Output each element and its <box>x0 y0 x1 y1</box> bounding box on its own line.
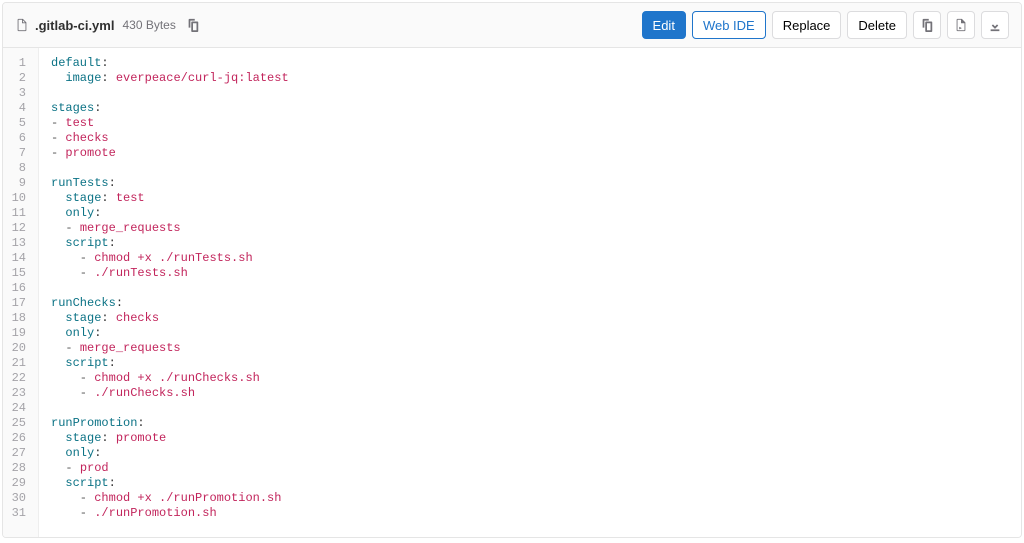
code-content: default: image: everpeace/curl-jq:latest… <box>39 48 301 537</box>
line-number[interactable]: 20 <box>7 341 30 356</box>
line-number[interactable]: 18 <box>7 311 30 326</box>
code-viewer[interactable]: 1234567891011121314151617181920212223242… <box>3 48 1021 537</box>
line-number-gutter: 1234567891011121314151617181920212223242… <box>3 48 39 537</box>
code-line: - chmod +x ./runChecks.sh <box>51 371 289 386</box>
line-number[interactable]: 6 <box>7 131 30 146</box>
filesize: 430 Bytes <box>122 18 175 32</box>
line-number[interactable]: 30 <box>7 491 30 506</box>
code-line: only: <box>51 446 289 461</box>
download-icon[interactable] <box>981 11 1009 39</box>
line-number[interactable]: 27 <box>7 446 30 461</box>
line-number[interactable]: 26 <box>7 431 30 446</box>
code-line <box>51 281 289 296</box>
code-line: - checks <box>51 131 289 146</box>
code-line: - chmod +x ./runTests.sh <box>51 251 289 266</box>
code-line: - ./runChecks.sh <box>51 386 289 401</box>
header-actions: Edit Web IDE Replace Delete <box>642 11 1009 39</box>
line-number[interactable]: 19 <box>7 326 30 341</box>
code-line: only: <box>51 326 289 341</box>
line-number[interactable]: 3 <box>7 86 30 101</box>
line-number[interactable]: 25 <box>7 416 30 431</box>
file-header: .gitlab-ci.yml 430 Bytes Edit Web IDE Re… <box>3 3 1021 48</box>
line-number[interactable]: 5 <box>7 116 30 131</box>
code-line: script: <box>51 476 289 491</box>
code-line: only: <box>51 206 289 221</box>
line-number[interactable]: 23 <box>7 386 30 401</box>
file-panel: .gitlab-ci.yml 430 Bytes Edit Web IDE Re… <box>2 2 1022 538</box>
line-number[interactable]: 16 <box>7 281 30 296</box>
code-line: - merge_requests <box>51 341 289 356</box>
line-number[interactable]: 29 <box>7 476 30 491</box>
line-number[interactable]: 15 <box>7 266 30 281</box>
line-number[interactable]: 7 <box>7 146 30 161</box>
line-number[interactable]: 10 <box>7 191 30 206</box>
code-line: default: <box>51 56 289 71</box>
code-line: stage: test <box>51 191 289 206</box>
code-line <box>51 86 289 101</box>
line-number[interactable]: 9 <box>7 176 30 191</box>
line-number[interactable]: 13 <box>7 236 30 251</box>
filename: .gitlab-ci.yml <box>35 18 114 33</box>
line-number[interactable]: 8 <box>7 161 30 176</box>
code-line: - ./runTests.sh <box>51 266 289 281</box>
code-line <box>51 161 289 176</box>
code-line: script: <box>51 236 289 251</box>
code-line: - prod <box>51 461 289 476</box>
code-line: stage: checks <box>51 311 289 326</box>
code-line <box>51 401 289 416</box>
code-line: script: <box>51 356 289 371</box>
code-line: runPromotion: <box>51 416 289 431</box>
code-line: - chmod +x ./runPromotion.sh <box>51 491 289 506</box>
line-number[interactable]: 24 <box>7 401 30 416</box>
edit-button[interactable]: Edit <box>642 11 686 39</box>
delete-button[interactable]: Delete <box>847 11 907 39</box>
code-line: image: everpeace/curl-jq:latest <box>51 71 289 86</box>
code-line: runTests: <box>51 176 289 191</box>
line-number[interactable]: 12 <box>7 221 30 236</box>
line-number[interactable]: 11 <box>7 206 30 221</box>
code-line: stages: <box>51 101 289 116</box>
line-number[interactable]: 14 <box>7 251 30 266</box>
code-line: - test <box>51 116 289 131</box>
line-number[interactable]: 1 <box>7 56 30 71</box>
line-number[interactable]: 31 <box>7 506 30 521</box>
copy-contents-icon[interactable] <box>913 11 941 39</box>
line-number[interactable]: 28 <box>7 461 30 476</box>
raw-file-icon[interactable] <box>947 11 975 39</box>
replace-button[interactable]: Replace <box>772 11 842 39</box>
file-icon <box>15 18 29 32</box>
code-line: - promote <box>51 146 289 161</box>
code-line: - merge_requests <box>51 221 289 236</box>
line-number[interactable]: 21 <box>7 356 30 371</box>
line-number[interactable]: 2 <box>7 71 30 86</box>
code-line: runChecks: <box>51 296 289 311</box>
line-number[interactable]: 22 <box>7 371 30 386</box>
line-number[interactable]: 17 <box>7 296 30 311</box>
copy-path-icon[interactable] <box>182 14 204 36</box>
line-number[interactable]: 4 <box>7 101 30 116</box>
code-line: - ./runPromotion.sh <box>51 506 289 521</box>
code-line: stage: promote <box>51 431 289 446</box>
web-ide-button[interactable]: Web IDE <box>692 11 766 39</box>
